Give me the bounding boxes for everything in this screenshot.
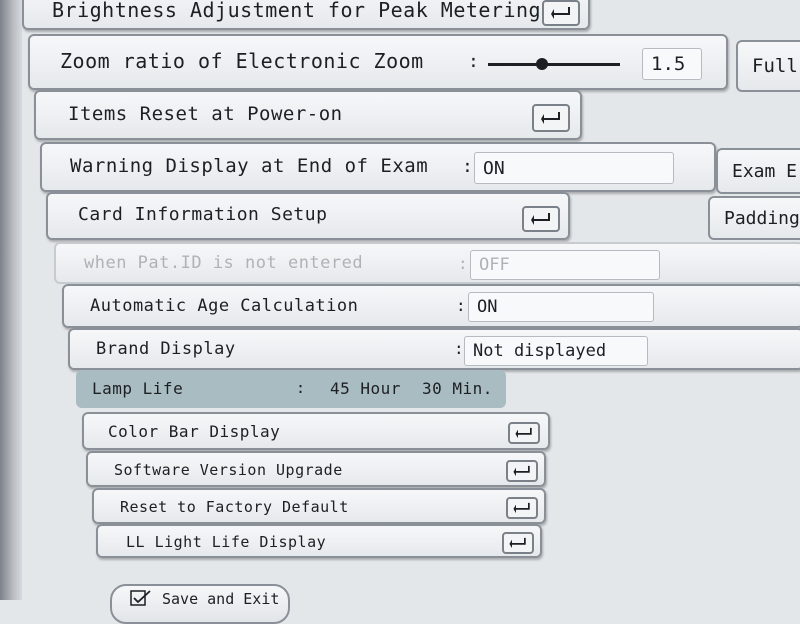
age-calc-value: ON — [477, 297, 498, 317]
ll-light-label: LL Light Life Display — [126, 533, 327, 551]
warning-display-value-field[interactable]: ON — [474, 152, 674, 184]
zoom-full-button[interactable]: Full — [736, 40, 800, 92]
lamp-life-label: Lamp Life — [92, 379, 184, 398]
exam-end-button[interactable]: Exam E — [716, 148, 800, 194]
lamp-life-hours: 45 Hour — [330, 379, 401, 398]
padding-label: Padding — [724, 207, 800, 229]
enter-return-icon — [509, 537, 526, 549]
settings-screen: Brightness Adjustment for Peak Metering … — [0, 0, 800, 624]
items-reset-row[interactable]: Items Reset at Power-on — [34, 90, 582, 140]
enter-return-icon — [515, 427, 532, 439]
enter-return-icon — [541, 112, 560, 124]
age-calc-row: Automatic Age Calculation : ON — [62, 284, 800, 328]
check-icon — [130, 590, 151, 606]
zoom-value-field[interactable]: 1.5 — [642, 48, 702, 80]
software-upgrade-label: Software Version Upgrade — [114, 461, 343, 479]
software-upgrade-row[interactable]: Software Version Upgrade — [86, 451, 546, 487]
colon-separator: : — [468, 51, 479, 72]
monitor-bezel — [0, 0, 22, 600]
brand-display-label: Brand Display — [96, 339, 236, 359]
warning-display-value: ON — [483, 157, 505, 179]
lamp-life-row: Lamp Life : 45 Hour 30 Min. — [76, 370, 506, 408]
zoom-slider-track — [488, 63, 620, 66]
zoom-ratio-row: Zoom ratio of Electronic Zoom : 1.5 — [28, 34, 728, 90]
enter-return-icon — [531, 213, 550, 225]
ll-light-row[interactable]: LL Light Life Display — [96, 524, 542, 558]
brightness-enter-button[interactable] — [542, 0, 580, 26]
color-bar-label: Color Bar Display — [108, 422, 281, 441]
enter-return-icon — [551, 7, 570, 19]
zoom-full-label: Full — [752, 55, 798, 77]
factory-reset-enter-button[interactable] — [506, 497, 538, 519]
warning-display-label: Warning Display at End of Exam — [70, 155, 429, 177]
card-info-row[interactable]: Card Information Setup — [46, 192, 570, 240]
zoom-slider[interactable] — [488, 56, 620, 72]
items-reset-label: Items Reset at Power-on — [68, 103, 343, 125]
age-calc-value-field[interactable]: ON — [468, 292, 654, 322]
factory-reset-label: Reset to Factory Default — [120, 498, 349, 516]
colon-separator: : — [458, 254, 468, 273]
pat-id-value: OFF — [479, 255, 510, 275]
pat-id-row: when Pat.ID is not entered : OFF — [54, 242, 800, 284]
colon-separator: : — [456, 296, 466, 315]
brightness-adjustment-label: Brightness Adjustment for Peak Metering — [52, 0, 542, 22]
exam-end-label: Exam E — [732, 160, 798, 182]
enter-return-icon — [513, 465, 530, 477]
factory-reset-row[interactable]: Reset to Factory Default — [92, 488, 546, 524]
items-reset-enter-button[interactable] — [532, 104, 570, 132]
warning-display-row: Warning Display at End of Exam : ON — [40, 142, 716, 192]
software-upgrade-enter-button[interactable] — [506, 460, 538, 482]
color-bar-row[interactable]: Color Bar Display — [82, 412, 550, 450]
padding-button[interactable]: Padding — [708, 196, 800, 240]
pat-id-label: when Pat.ID is not entered — [84, 253, 364, 273]
age-calc-label: Automatic Age Calculation — [90, 296, 359, 316]
enter-return-icon — [513, 502, 530, 514]
zoom-value: 1.5 — [651, 53, 686, 75]
colon-separator: : — [296, 379, 306, 397]
save-exit-button[interactable]: Save and Exit — [110, 584, 290, 624]
brand-display-row: Brand Display : Not displayed — [68, 328, 800, 370]
card-info-enter-button[interactable] — [522, 206, 560, 232]
color-bar-enter-button[interactable] — [508, 422, 540, 444]
card-info-label: Card Information Setup — [78, 204, 328, 225]
pat-id-value-field: OFF — [470, 250, 660, 280]
lamp-life-minutes: 30 Min. — [422, 379, 493, 398]
colon-separator: : — [462, 156, 473, 177]
colon-separator: : — [454, 339, 464, 358]
brand-display-value: Not displayed — [473, 341, 607, 361]
zoom-ratio-label: Zoom ratio of Electronic Zoom — [60, 49, 424, 73]
save-exit-label: Save and Exit — [162, 590, 280, 608]
zoom-slider-knob[interactable] — [536, 58, 548, 70]
ll-light-enter-button[interactable] — [502, 532, 534, 554]
brand-display-value-field[interactable]: Not displayed — [464, 336, 648, 366]
brightness-adjustment-row[interactable]: Brightness Adjustment for Peak Metering — [22, 0, 590, 30]
